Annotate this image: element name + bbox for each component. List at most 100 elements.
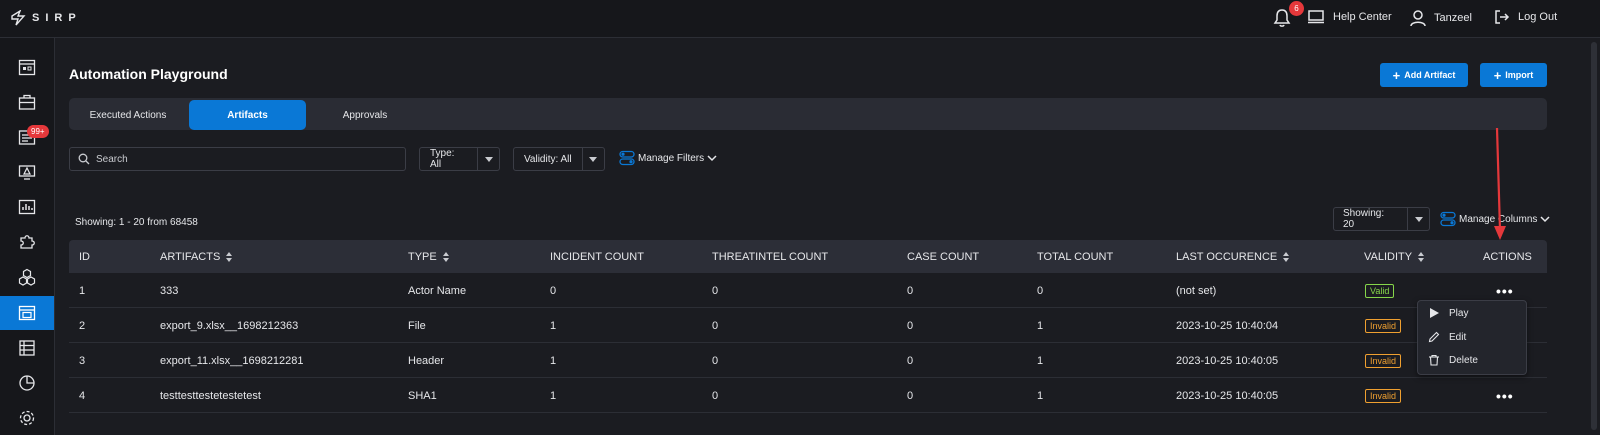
tab-executed-actions[interactable]: Executed Actions — [69, 100, 187, 130]
cell-incident-count: 1 — [550, 389, 557, 402]
menu-item-edit[interactable]: Edit — [1428, 328, 1466, 346]
column-header-last-occurence[interactable]: LAST OCCURENCE — [1176, 240, 1290, 273]
chevron-down-icon[interactable] — [477, 148, 499, 170]
cell-last-occurence: (not set) — [1176, 284, 1217, 297]
column-header-case-count[interactable]: CASE COUNT — [907, 240, 979, 273]
cell-validity: Invalid — [1365, 378, 1402, 413]
play-icon — [1430, 308, 1439, 318]
import-button[interactable]: + Import — [1480, 63, 1547, 87]
pencil-icon — [1428, 331, 1440, 343]
cell-last-occurence: 2023-10-25 10:40:04 — [1176, 319, 1279, 332]
monitor-alert-icon — [18, 165, 36, 180]
menu-item-play[interactable]: Play — [1428, 304, 1468, 322]
sidebar-item-automation-playground[interactable] — [0, 296, 54, 330]
chevron-down-icon — [707, 155, 717, 162]
type-filter-dropdown[interactable]: Type: All — [419, 147, 500, 171]
logout-button[interactable]: Log Out — [1494, 9, 1557, 25]
column-header-incident-count[interactable]: INCIDENT COUNT — [550, 240, 644, 273]
search-box — [69, 147, 406, 171]
cell-case-count: 0 — [907, 319, 914, 332]
cell-total-count: 1 — [1037, 354, 1044, 367]
cell-artifact[interactable]: export_9.xlsx__1698212363 — [160, 308, 298, 343]
pie-chart-icon — [19, 375, 35, 391]
table-row[interactable]: 4 testtesttestetestetest SHA1 1 0 0 1 20… — [69, 378, 1547, 413]
column-header-threatintel-count[interactable]: THREATINTEL COUNT — [712, 240, 828, 273]
column-header-id[interactable]: ID — [79, 240, 90, 273]
sidebar-item-dashboard[interactable] — [0, 50, 54, 84]
cell-type: Actor Name — [408, 284, 467, 297]
sidebar-item-alerts[interactable] — [0, 155, 54, 189]
sort-icon[interactable] — [1283, 251, 1290, 262]
playground-icon — [18, 305, 36, 321]
column-header-total-count[interactable]: TOTAL COUNT — [1037, 240, 1113, 273]
notifications-button[interactable] — [1273, 8, 1291, 31]
cell-total-count: 1 — [1037, 319, 1044, 332]
sort-icon[interactable] — [442, 251, 450, 262]
manage-filters-button[interactable]: Manage Filters — [619, 150, 717, 166]
artifacts-table: ID ARTIFACTS TYPE INCIDENT COUNT THREATI… — [69, 240, 1547, 433]
notification-count-badge: 6 — [1289, 1, 1304, 16]
search-input[interactable] — [96, 153, 396, 165]
cell-last-occurence: 2023-10-25 10:40:05 — [1176, 354, 1279, 367]
tab-approvals[interactable]: Approvals — [306, 100, 424, 130]
row-actions-button[interactable]: ••• — [1496, 378, 1514, 413]
user-menu[interactable]: Tanzeel — [1410, 9, 1472, 27]
page-scrollbar-thumb[interactable] — [1591, 42, 1597, 430]
table-row[interactable] — [69, 413, 1547, 433]
table-row[interactable]: 1 333 Actor Name 0 0 0 0 (not set) Valid… — [69, 273, 1547, 308]
more-icon: ••• — [1496, 387, 1514, 404]
status-badge: Invalid — [1365, 353, 1402, 368]
sidebar-item-settings[interactable] — [0, 401, 54, 435]
search-icon — [78, 153, 90, 165]
validity-filter-label: Validity: All — [524, 153, 572, 165]
sort-icon[interactable] — [226, 251, 233, 262]
sidebar-item-threat-intel[interactable] — [0, 260, 54, 294]
cell-artifact[interactable]: 333 — [160, 273, 178, 308]
help-center-link[interactable]: Help Center — [1307, 9, 1392, 25]
cell-total-count: 0 — [1037, 284, 1044, 297]
cell-validity: Invalid — [1365, 343, 1402, 378]
cell-case-count: 0 — [907, 389, 914, 402]
cell-last-occurence: 2023-10-25 10:40:05 — [1176, 389, 1279, 402]
cell-incident-count: 1 — [550, 319, 557, 332]
sidebar-item-integrations[interactable] — [0, 225, 54, 259]
cell-threatintel-count: 0 — [712, 319, 719, 332]
trash-icon — [1429, 354, 1439, 366]
chevron-down-icon[interactable] — [1407, 208, 1429, 230]
cell-id: 1 — [79, 284, 86, 297]
menu-item-label: Play — [1449, 307, 1469, 319]
page-size-dropdown[interactable]: Showing: 20 — [1333, 207, 1430, 231]
cell-threatintel-count: 0 — [712, 354, 719, 367]
column-header-artifacts[interactable]: ARTIFACTS — [160, 240, 233, 273]
menu-item-label: Edit — [1449, 331, 1467, 343]
tab-artifacts[interactable]: Artifacts — [189, 100, 306, 130]
sort-icon[interactable] — [1418, 251, 1425, 262]
cell-validity: Valid — [1365, 273, 1395, 308]
menu-item-label: Delete — [1449, 354, 1478, 366]
sidebar-item-assets[interactable] — [0, 331, 54, 365]
column-header-validity[interactable]: VALIDITY — [1364, 240, 1425, 273]
sidebar-item-analytics[interactable] — [0, 366, 54, 400]
cell-artifact[interactable]: export_11.xlsx__1698212281 — [160, 343, 304, 378]
logo-text: SIRP — [32, 12, 82, 24]
cell-id: 3 — [79, 354, 86, 367]
table-row[interactable]: 3 export_11.xlsx__1698212281 Header 1 0 … — [69, 343, 1547, 378]
table-row[interactable]: 2 export_9.xlsx__1698212363 File 1 0 0 1… — [69, 308, 1547, 343]
validity-filter-dropdown[interactable]: Validity: All — [513, 147, 605, 171]
status-badge: Valid — [1365, 283, 1395, 298]
chevron-down-icon[interactable] — [581, 148, 604, 170]
add-artifact-button[interactable]: + Add Artifact — [1380, 63, 1468, 87]
cell-id: 2 — [79, 319, 86, 332]
row-actions-menu: Play Edit Delete — [1417, 300, 1527, 375]
cell-artifact[interactable]: testtesttestetestetest — [160, 378, 261, 413]
sidebar-item-cases[interactable] — [0, 85, 54, 119]
column-header-type[interactable]: TYPE — [408, 240, 450, 273]
cell-total-count: 1 — [1037, 389, 1044, 402]
menu-item-delete[interactable]: Delete — [1428, 351, 1478, 369]
puzzle-icon — [20, 235, 35, 249]
sidebar-item-reports[interactable] — [0, 190, 54, 224]
app-logo[interactable]: SIRP — [10, 10, 82, 26]
cell-type: Header — [408, 354, 445, 367]
bell-icon — [1273, 9, 1291, 27]
showing-count: Showing: 1 - 20 from 68458 — [75, 217, 198, 228]
